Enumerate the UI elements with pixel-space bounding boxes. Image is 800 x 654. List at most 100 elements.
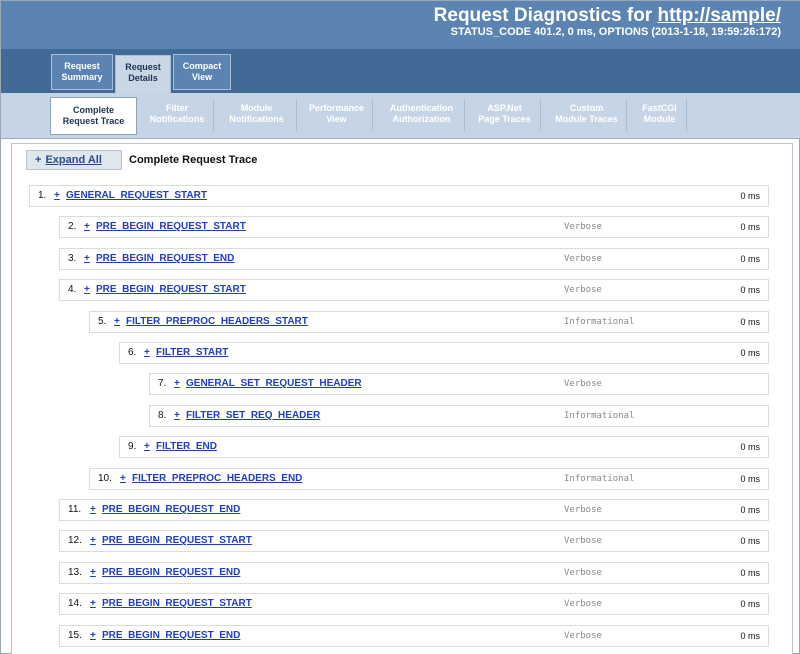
- trace-row[interactable]: 2. + PRE_BEGIN_REQUEST_START Verbose 0 ms: [59, 216, 769, 238]
- trace-row-duration: 0 ms: [740, 285, 760, 295]
- trace-row-duration: 0 ms: [740, 222, 760, 232]
- trace-row-number: 12.: [68, 535, 82, 546]
- trace-row-verbosity: Informational: [564, 474, 635, 484]
- trace-row[interactable]: 6. + FILTER_START 0 ms: [119, 342, 769, 364]
- trace-row-number: 9.: [128, 441, 137, 452]
- tab-fastcgi-module[interactable]: FastCGI Module: [633, 99, 687, 131]
- tab-aspnet-page-traces[interactable]: ASP.Net Page Traces: [469, 99, 541, 131]
- trace-event-link[interactable]: FILTER_END: [156, 441, 217, 452]
- trace-row-duration: 0 ms: [740, 505, 760, 515]
- trace-row-number: 4.: [68, 284, 77, 295]
- tab-line2: Module Traces: [555, 114, 618, 124]
- expand-all-button[interactable]: + Expand All: [26, 150, 122, 170]
- trace-row-number: 7.: [158, 378, 167, 389]
- tab-line1: Request: [125, 62, 161, 72]
- trace-event-link[interactable]: PRE_BEGIN_REQUEST_START: [96, 221, 246, 232]
- trace-row-number: 14.: [68, 598, 82, 609]
- tab-custom-module-traces[interactable]: Custom Module Traces: [547, 99, 627, 131]
- expand-row-plus-icon[interactable]: +: [114, 316, 120, 327]
- expand-row-plus-icon[interactable]: +: [90, 630, 96, 641]
- trace-row-number: 6.: [128, 347, 137, 358]
- trace-row-verbosity: Verbose: [564, 379, 602, 389]
- tab-line1: Performance: [308, 103, 365, 113]
- trace-event-link[interactable]: FILTER_PREPROC_HEADERS_START: [126, 316, 308, 327]
- expand-all-label: Expand All: [45, 154, 102, 166]
- trace-row-duration: 0 ms: [740, 254, 760, 264]
- trace-event-link[interactable]: GENERAL_SET_REQUEST_HEADER: [186, 378, 362, 389]
- trace-row[interactable]: 7. + GENERAL_SET_REQUEST_HEADER Verbose: [149, 373, 769, 395]
- expand-row-plus-icon[interactable]: +: [174, 410, 180, 421]
- expand-row-plus-icon[interactable]: +: [174, 378, 180, 389]
- trace-row-verbosity: Verbose: [564, 631, 602, 641]
- trace-event-link[interactable]: PRE_BEGIN_REQUEST_END: [102, 630, 240, 641]
- primary-tab-bar: Request Summary Request Details Compact …: [1, 49, 800, 93]
- trace-row-number: 11.: [68, 504, 82, 515]
- trace-event-link[interactable]: PRE_BEGIN_REQUEST_START: [102, 535, 252, 546]
- trace-row-verbosity: Verbose: [564, 568, 602, 578]
- trace-row-duration: 0 ms: [740, 191, 760, 201]
- trace-row[interactable]: 4. + PRE_BEGIN_REQUEST_START Verbose 0 ms: [59, 279, 769, 301]
- trace-row[interactable]: 12. + PRE_BEGIN_REQUEST_START Verbose 0 ms: [59, 530, 769, 552]
- trace-row[interactable]: 5. + FILTER_PREPROC_HEADERS_START Informati…: [89, 311, 769, 333]
- tab-complete-request-trace[interactable]: Complete Request Trace: [50, 97, 137, 135]
- trace-event-link[interactable]: PRE_BEGIN_REQUEST_START: [102, 598, 252, 609]
- trace-row-duration: 0 ms: [740, 568, 760, 578]
- trace-row[interactable]: 11. + PRE_BEGIN_REQUEST_END Verbose 0 ms: [59, 499, 769, 521]
- trace-event-link[interactable]: FILTER_PREPROC_HEADERS_END: [132, 473, 302, 484]
- tab-line1: Custom: [569, 103, 604, 113]
- expand-row-plus-icon[interactable]: +: [84, 284, 90, 295]
- expand-row-plus-icon[interactable]: +: [90, 535, 96, 546]
- tab-request-summary[interactable]: Request Summary: [51, 54, 113, 90]
- tab-compact-view[interactable]: Compact View: [173, 54, 231, 90]
- trace-row-verbosity: Verbose: [564, 285, 602, 295]
- trace-row[interactable]: 8. + FILTER_SET_REQ_HEADER Informational: [149, 405, 769, 427]
- trace-event-link[interactable]: FILTER_SET_REQ_HEADER: [186, 410, 320, 421]
- trace-row[interactable]: 13. + PRE_BEGIN_REQUEST_END Verbose 0 ms: [59, 562, 769, 584]
- trace-row-verbosity: Verbose: [564, 222, 602, 232]
- expand-row-plus-icon[interactable]: +: [90, 598, 96, 609]
- trace-row[interactable]: 9. + FILTER_END 0 ms: [119, 436, 769, 458]
- trace-row[interactable]: 3. + PRE_BEGIN_REQUEST_END Verbose 0 ms: [59, 248, 769, 270]
- expand-row-plus-icon[interactable]: +: [54, 190, 60, 201]
- tab-line2: Notifications: [229, 114, 284, 124]
- tab-request-details[interactable]: Request Details: [115, 55, 171, 93]
- trace-row-verbosity: Verbose: [564, 254, 602, 264]
- expand-row-plus-icon[interactable]: +: [84, 221, 90, 232]
- tab-line1: Complete: [72, 105, 114, 115]
- trace-row[interactable]: 10. + FILTER_PREPROC_HEADERS_END Informatio…: [89, 468, 769, 490]
- tab-line1: Authentication: [390, 103, 453, 113]
- expand-row-plus-icon[interactable]: +: [120, 473, 126, 484]
- expand-row-plus-icon[interactable]: +: [90, 567, 96, 578]
- trace-event-link[interactable]: PRE_BEGIN_REQUEST_END: [96, 253, 234, 264]
- tab-line2: Request Trace: [62, 116, 125, 126]
- expand-row-plus-icon[interactable]: +: [84, 253, 90, 264]
- tab-line2: Module: [643, 114, 676, 124]
- trace-event-link[interactable]: PRE_BEGIN_REQUEST_END: [102, 567, 240, 578]
- tab-authentication-authorization[interactable]: Authentication Authorization: [379, 99, 465, 131]
- trace-event-link[interactable]: GENERAL_REQUEST_START: [66, 190, 207, 201]
- status-summary: STATUS_CODE 401.2, 0 ms, OPTIONS (2013-1…: [450, 26, 781, 38]
- tab-module-notifications[interactable]: Module Notifications: [217, 99, 297, 131]
- trace-row-number: 15.: [68, 630, 82, 641]
- trace-row-duration: 0 ms: [740, 442, 760, 452]
- expand-row-plus-icon[interactable]: +: [90, 504, 96, 515]
- trace-row-duration: 0 ms: [740, 348, 760, 358]
- request-url-link[interactable]: http://sample/: [657, 5, 781, 26]
- header-bar: Request Diagnostics for http://sample/ S…: [1, 1, 800, 49]
- tab-line1: FastCGI: [642, 103, 677, 113]
- trace-row[interactable]: 1. + GENERAL_REQUEST_START 0 ms: [29, 185, 769, 207]
- tab-performance-view[interactable]: Performance View: [301, 99, 373, 131]
- trace-row[interactable]: 15. + PRE_BEGIN_REQUEST_END Verbose 0 ms: [59, 625, 769, 647]
- trace-event-link[interactable]: FILTER_START: [156, 347, 228, 358]
- expand-row-plus-icon[interactable]: +: [144, 441, 150, 452]
- page-title-prefix: Request Diagnostics for: [433, 5, 658, 26]
- trace-row[interactable]: 14. + PRE_BEGIN_REQUEST_START Verbose 0 ms: [59, 593, 769, 615]
- trace-row-duration: 0 ms: [740, 317, 760, 327]
- trace-event-link[interactable]: PRE_BEGIN_REQUEST_START: [96, 284, 246, 295]
- tab-line2: Page Traces: [478, 114, 531, 124]
- expand-row-plus-icon[interactable]: +: [144, 347, 150, 358]
- page-title: Request Diagnostics for http://sample/: [434, 5, 781, 27]
- trace-event-link[interactable]: PRE_BEGIN_REQUEST_END: [102, 504, 240, 515]
- trace-row-verbosity: Informational: [564, 317, 635, 327]
- tab-filter-notifications[interactable]: Filter Notifications: [141, 99, 214, 131]
